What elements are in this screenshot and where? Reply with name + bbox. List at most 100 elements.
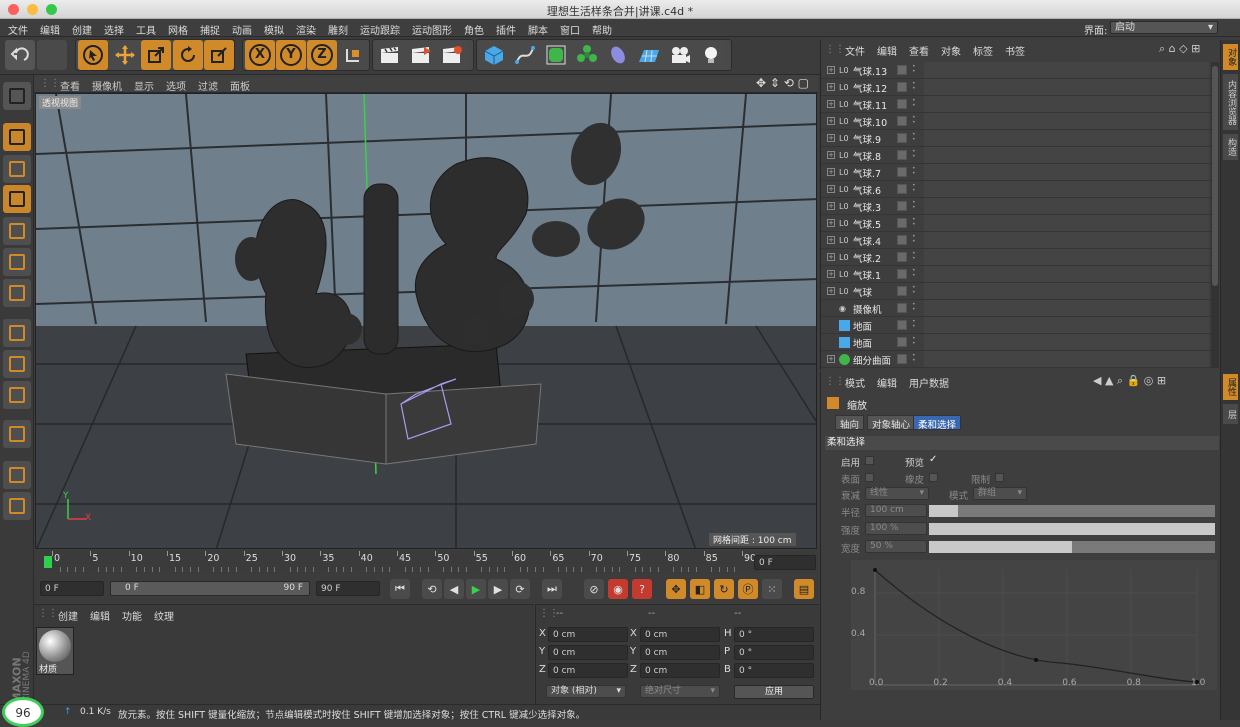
object-scrollbar[interactable] bbox=[1211, 62, 1219, 368]
viewport-menu-item[interactable]: 选项 bbox=[160, 75, 192, 93]
rubber-checkbox[interactable] bbox=[929, 473, 938, 482]
menu-item[interactable]: 雕刻 bbox=[322, 19, 354, 37]
key-position-button[interactable]: ✥ bbox=[666, 579, 686, 599]
visibility-dots-icon[interactable]: • • bbox=[912, 132, 916, 144]
object-row[interactable]: 地面 • • bbox=[821, 334, 1211, 351]
size-field[interactable]: 0 cm bbox=[640, 645, 720, 660]
position-field[interactable]: 0 cm bbox=[548, 663, 628, 678]
attribute-menu-item[interactable]: 用户数据 bbox=[903, 372, 955, 390]
play-button[interactable]: ▶ bbox=[466, 579, 486, 599]
attribute-tab[interactable]: 轴向 bbox=[835, 415, 865, 431]
layer-icon[interactable] bbox=[897, 235, 907, 245]
cube-button[interactable] bbox=[479, 40, 509, 70]
camera-button[interactable] bbox=[665, 40, 695, 70]
deformer-button[interactable] bbox=[603, 40, 633, 70]
visibility-dots-icon[interactable]: • • bbox=[912, 81, 916, 93]
object-row[interactable]: + L0 气球.4 • • bbox=[821, 232, 1211, 249]
x-axis-lock-button[interactable]: X bbox=[245, 40, 275, 70]
coordinate-system-button[interactable] bbox=[338, 40, 368, 70]
current-frame-field[interactable]: 0 F bbox=[754, 555, 816, 570]
end-frame-field[interactable]: 90 F bbox=[316, 581, 380, 596]
layer-icon[interactable] bbox=[897, 303, 907, 313]
axis-mode-button[interactable] bbox=[3, 319, 31, 347]
viewport-menu-item[interactable]: 面板 bbox=[224, 75, 256, 93]
tab-layers[interactable]: 层 bbox=[1223, 404, 1238, 424]
position-field[interactable]: 0 cm bbox=[548, 645, 628, 660]
object-menu-item[interactable]: 书签 bbox=[999, 40, 1031, 58]
timeline-window-button[interactable]: ▤ bbox=[794, 579, 814, 599]
attribute-nav-icons[interactable]: ◀ ▲ ⌕ 🔒 ◎ ⊞ bbox=[1093, 374, 1166, 388]
edges-mode-button[interactable] bbox=[3, 248, 31, 276]
position-field[interactable]: 0 cm bbox=[548, 627, 628, 642]
key-param-button[interactable]: Ⓟ bbox=[738, 579, 758, 599]
visibility-dots-icon[interactable]: • • bbox=[912, 336, 916, 348]
expand-toggle-icon[interactable]: + bbox=[827, 219, 835, 227]
falloff-graph[interactable]: 0.8 0.4 0.0 0.2 0.4 0.6 0.8 1.0 bbox=[851, 560, 1217, 690]
apply-button[interactable]: 应用 bbox=[734, 685, 814, 699]
layer-icon[interactable] bbox=[897, 82, 907, 92]
move-tool-button[interactable] bbox=[110, 40, 140, 70]
object-row[interactable]: + L0 气球 • • bbox=[821, 283, 1211, 300]
width-field[interactable]: 50 % bbox=[865, 540, 927, 553]
go-to-start-button[interactable]: ⏮ bbox=[390, 579, 410, 599]
object-row[interactable]: + L0 气球.8 • • bbox=[821, 147, 1211, 164]
visibility-dots-icon[interactable]: • • bbox=[912, 149, 916, 161]
menu-item[interactable]: 脚本 bbox=[522, 19, 554, 37]
expand-toggle-icon[interactable]: + bbox=[827, 168, 835, 176]
expand-toggle-icon[interactable]: + bbox=[827, 66, 835, 74]
size-field[interactable]: 0 cm bbox=[640, 627, 720, 642]
make-editable-button[interactable] bbox=[3, 82, 31, 110]
z-axis-lock-button[interactable]: Z bbox=[307, 40, 337, 70]
object-row[interactable]: + L0 气球.5 • • bbox=[821, 215, 1211, 232]
object-row[interactable]: + L0 气球.11 • • bbox=[821, 96, 1211, 113]
scale-tool-button[interactable] bbox=[141, 40, 171, 70]
timeline-ruler[interactable]: 0 5 10 15 20 25 30 35 40 45 50 55 60 65 70 75 80 85 90 0 F bbox=[34, 551, 818, 574]
spline-pen-button[interactable] bbox=[510, 40, 540, 70]
menu-item[interactable]: 插件 bbox=[490, 19, 522, 37]
scrollbar-thumb[interactable] bbox=[1212, 66, 1218, 286]
record-button[interactable]: ◉ bbox=[608, 579, 628, 599]
restrict-checkbox[interactable] bbox=[995, 473, 1004, 482]
menu-item[interactable]: 编辑 bbox=[34, 19, 66, 37]
rotation-field[interactable]: 0 ° bbox=[734, 627, 814, 642]
strength-field[interactable]: 100 % bbox=[865, 522, 927, 535]
material-menu-item[interactable]: 功能 bbox=[116, 605, 148, 623]
render-settings-button[interactable] bbox=[437, 40, 467, 70]
object-row[interactable]: + L0 气球.1 • • bbox=[821, 266, 1211, 283]
recent-tool-button[interactable] bbox=[204, 40, 234, 70]
attribute-menu-item[interactable]: 编辑 bbox=[871, 372, 903, 390]
expand-toggle-icon[interactable]: + bbox=[827, 202, 835, 210]
viewport-menu-item[interactable]: 查看 bbox=[54, 75, 86, 93]
redo-button[interactable] bbox=[37, 40, 67, 70]
visibility-dots-icon[interactable]: • • bbox=[912, 285, 916, 297]
object-menu-item[interactable]: 标签 bbox=[967, 40, 999, 58]
expand-toggle-icon[interactable]: + bbox=[827, 83, 835, 91]
tab-content-browser[interactable]: 内容浏览器 bbox=[1223, 74, 1238, 130]
menu-item[interactable]: 网格 bbox=[162, 19, 194, 37]
expand-toggle-icon[interactable]: + bbox=[827, 236, 835, 244]
previous-key-button[interactable]: ⟲ bbox=[422, 579, 442, 599]
material-swatch[interactable]: 材质 bbox=[36, 627, 74, 675]
strength-slider[interactable] bbox=[929, 523, 1215, 535]
layer-icon[interactable] bbox=[897, 337, 907, 347]
viewport-menu-item[interactable]: 过滤 bbox=[192, 75, 224, 93]
expand-toggle-icon[interactable]: + bbox=[827, 134, 835, 142]
menu-item[interactable]: 捕捉 bbox=[194, 19, 226, 37]
object-row[interactable]: + L0 气球.13 • • bbox=[821, 62, 1211, 79]
visibility-dots-icon[interactable]: • • bbox=[912, 234, 916, 246]
surface-checkbox[interactable] bbox=[865, 473, 874, 482]
visibility-dots-icon[interactable]: • • bbox=[912, 319, 916, 331]
menu-item[interactable]: 运动跟踪 bbox=[354, 19, 406, 37]
width-slider[interactable] bbox=[929, 541, 1215, 553]
attribute-tab[interactable]: 对象轴心 bbox=[867, 415, 916, 431]
y-axis-lock-button[interactable]: Y bbox=[276, 40, 306, 70]
object-row[interactable]: + L0 气球.6 • • bbox=[821, 181, 1211, 198]
visibility-dots-icon[interactable]: • • bbox=[912, 302, 916, 314]
points-mode-button[interactable] bbox=[3, 217, 31, 245]
rotation-field[interactable]: 0 ° bbox=[734, 645, 814, 660]
object-row[interactable]: + L0 气球.3 • • bbox=[821, 198, 1211, 215]
start-frame-field[interactable]: 0 F bbox=[40, 581, 104, 596]
layout-select[interactable]: 启动 ▾ bbox=[1110, 21, 1218, 34]
material-menu-item[interactable]: 编辑 bbox=[84, 605, 116, 623]
menu-item[interactable]: 角色 bbox=[458, 19, 490, 37]
